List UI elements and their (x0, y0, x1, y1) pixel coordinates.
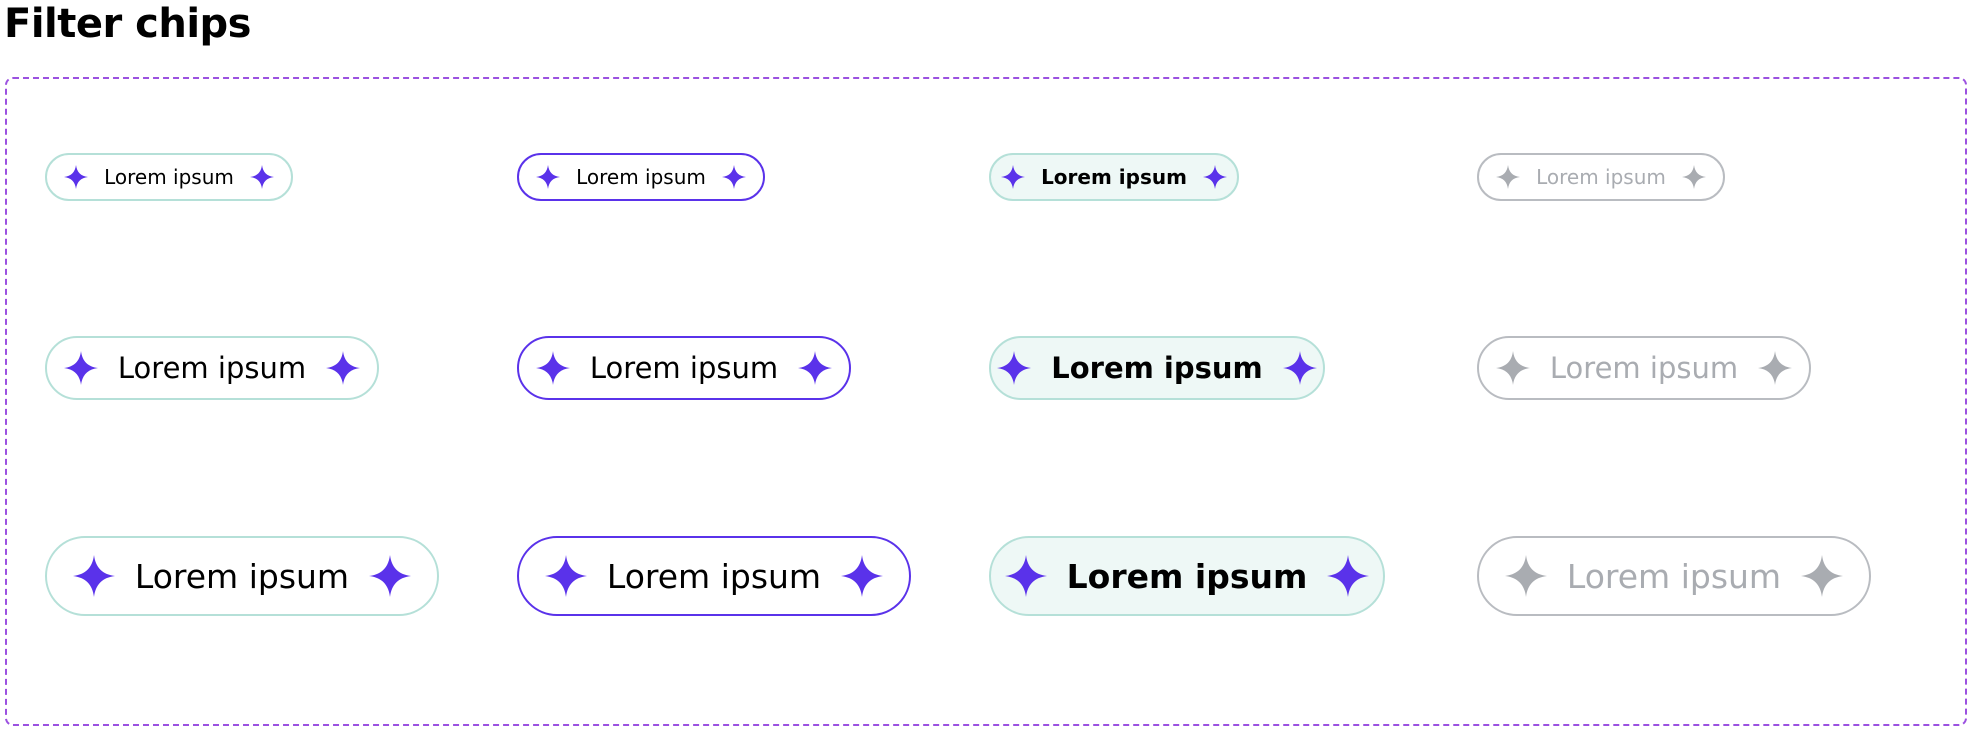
filter-chip-small-selected[interactable]: Lorem ipsum (989, 153, 1239, 201)
page-title: Filter chips (4, 1, 252, 47)
filter-chip-medium-focused[interactable]: Lorem ipsum (517, 336, 851, 400)
sparkle-icon (1495, 351, 1530, 385)
chip-label: Lorem ipsum (1549, 351, 1739, 385)
sparkle-icon (1681, 165, 1706, 189)
filter-chip-large-disabled: Lorem ipsum (1477, 536, 1871, 616)
chip-label: Lorem ipsum (589, 351, 779, 385)
sparkle-icon (1282, 351, 1317, 385)
sparkle-icon (536, 165, 561, 189)
sparkle-icon (326, 351, 361, 385)
filter-chip-large-focused[interactable]: Lorem ipsum (517, 536, 911, 616)
chip-label: Lorem ipsum (104, 165, 234, 189)
sparkle-icon (1001, 165, 1026, 189)
sparkle-icon (249, 165, 274, 189)
chip-label: Lorem ipsum (1041, 165, 1187, 189)
sparkle-icon (1758, 351, 1793, 385)
chip-label: Lorem ipsum (134, 556, 350, 596)
filter-chip-small-focused[interactable]: Lorem ipsum (517, 153, 765, 201)
chip-label: Lorem ipsum (1051, 351, 1263, 385)
chip-label: Lorem ipsum (1566, 556, 1782, 596)
chip-showcase-frame: Lorem ipsum Lorem ipsum Lorem ipsum Lore… (5, 77, 1967, 726)
sparkle-icon (997, 351, 1032, 385)
chip-label: Lorem ipsum (1066, 556, 1308, 596)
filter-chip-small-default[interactable]: Lorem ipsum (45, 153, 293, 201)
chip-label: Lorem ipsum (1536, 165, 1666, 189)
filter-chip-large-selected[interactable]: Lorem ipsum (989, 536, 1385, 616)
sparkle-icon (1202, 165, 1227, 189)
sparkle-icon (1327, 555, 1370, 597)
sparkle-icon (1504, 555, 1547, 597)
chip-label: Lorem ipsum (117, 351, 307, 385)
sparkle-icon (798, 351, 833, 385)
sparkle-icon (1496, 165, 1521, 189)
sparkle-icon (544, 555, 587, 597)
chip-label: Lorem ipsum (606, 556, 822, 596)
chip-label: Lorem ipsum (576, 165, 706, 189)
sparkle-icon (721, 165, 746, 189)
filter-chip-medium-default[interactable]: Lorem ipsum (45, 336, 379, 400)
filter-chip-medium-selected[interactable]: Lorem ipsum (989, 336, 1325, 400)
sparkle-icon (1004, 555, 1047, 597)
sparkle-icon (535, 351, 570, 385)
sparkle-icon (369, 555, 412, 597)
filter-chip-medium-disabled: Lorem ipsum (1477, 336, 1811, 400)
filter-chip-large-default[interactable]: Lorem ipsum (45, 536, 439, 616)
sparkle-icon (72, 555, 115, 597)
sparkle-icon (63, 351, 98, 385)
sparkle-icon (841, 555, 884, 597)
sparkle-icon (64, 165, 89, 189)
sparkle-icon (1801, 555, 1844, 597)
filter-chip-small-disabled: Lorem ipsum (1477, 153, 1725, 201)
